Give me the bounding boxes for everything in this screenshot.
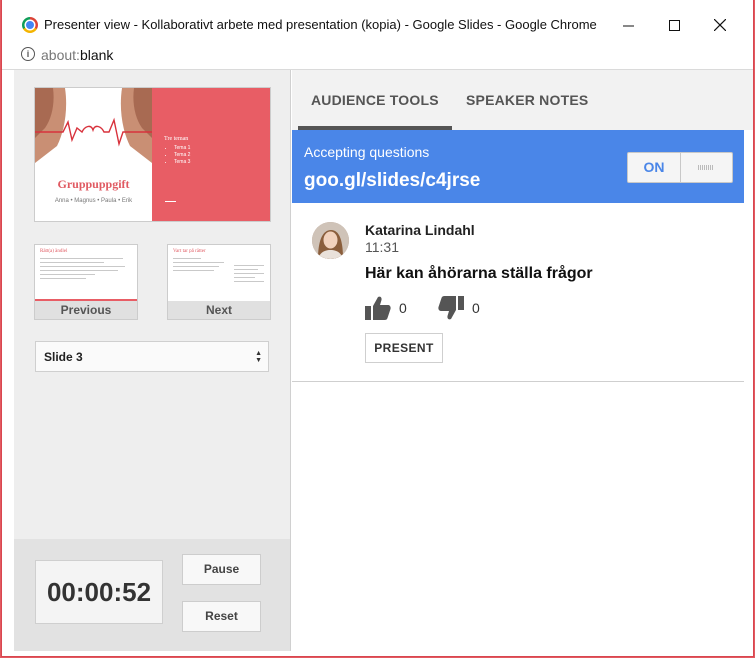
- avatar: [312, 222, 349, 259]
- previous-label: Previous: [35, 301, 137, 319]
- slide-left-panel: Gruppuppgift Anna • Magnus • Paula • Eri…: [35, 88, 152, 221]
- next-slide-button[interactable]: Vart tar på rätter Next: [168, 245, 270, 319]
- slide-bullets: Tema 1 Tema 2 Tema 3: [174, 145, 190, 166]
- chrome-logo-icon: [22, 17, 38, 33]
- timer-display: 00:00:52: [35, 560, 163, 624]
- thumbs-down-icon: [438, 296, 464, 320]
- slide-bullet: Tema 2: [174, 152, 190, 158]
- question-author: Katarina Lindahl: [365, 222, 475, 238]
- next-label: Next: [168, 301, 270, 319]
- tab-audience-tools[interactable]: AUDIENCE TOOLS: [311, 92, 439, 108]
- minimize-icon: [622, 25, 634, 26]
- tab-speaker-notes[interactable]: SPEAKER NOTES: [466, 92, 588, 108]
- next-slide-title: Vart tar på rätter: [173, 249, 206, 254]
- slide-right-panel: Tre teman Tema 1 Tema 2 Tema 3: [152, 88, 270, 221]
- tab-bar: AUDIENCE TOOLS SPEAKER NOTES: [292, 70, 753, 130]
- maximize-icon: [668, 19, 680, 31]
- slide-divider: [165, 201, 176, 202]
- avatar-photo: [312, 222, 349, 259]
- slides-panel: Gruppuppgift Anna • Magnus • Paula • Eri…: [14, 70, 291, 651]
- toggle-on-label: ON: [628, 153, 681, 182]
- select-arrows-icon: ▲ ▼: [255, 350, 262, 364]
- downvote-count: 0: [472, 300, 480, 316]
- slide-select-value: Slide 3: [44, 350, 83, 364]
- next-slide-thumbnail: Vart tar på rätter: [168, 245, 270, 301]
- url-text[interactable]: about:blank: [41, 47, 113, 63]
- question-card: Katarina Lindahl 11:31 Här kan åhörarna …: [292, 203, 744, 382]
- hands-heart-image: [35, 88, 152, 163]
- previous-slide-thumbnail: Rätt(a) ändlel: [35, 245, 137, 301]
- url-rest: blank: [79, 47, 114, 63]
- qa-banner: Accepting questions goo.gl/slides/c4jrse…: [292, 130, 744, 203]
- timer-area: 00:00:52 Pause Reset: [14, 539, 290, 651]
- slide-bullet: Tema 1: [174, 145, 190, 151]
- window-title: Presenter view - Kollaborativt arbete me…: [44, 17, 597, 32]
- pause-button[interactable]: Pause: [182, 554, 261, 585]
- upvote-count: 0: [399, 300, 407, 316]
- minimize-button[interactable]: [605, 10, 651, 40]
- current-slide-thumbnail: Gruppuppgift Anna • Magnus • Paula • Eri…: [35, 88, 270, 221]
- previous-slide-button[interactable]: Rätt(a) ändlel Previous: [35, 245, 137, 319]
- toggle-grip-icon: [698, 165, 714, 170]
- previous-slide-text-lines: [40, 258, 132, 282]
- present-button[interactable]: PRESENT: [365, 333, 443, 363]
- reset-button[interactable]: Reset: [182, 601, 261, 632]
- slide-bullet: Tema 3: [174, 159, 190, 165]
- qa-toggle[interactable]: ON: [627, 152, 733, 183]
- qa-url[interactable]: goo.gl/slides/c4jrse: [304, 170, 480, 192]
- close-button[interactable]: [697, 10, 743, 40]
- thumbs-up-icon: [365, 296, 391, 320]
- audience-panel: AUDIENCE TOOLS SPEAKER NOTES Accepting q…: [292, 70, 753, 651]
- upvote-button[interactable]: 0: [365, 296, 407, 320]
- slide-select[interactable]: Slide 3 ▲ ▼: [35, 341, 269, 372]
- question-text: Här kan åhörarna ställa frågor: [365, 265, 593, 282]
- slide-subtitle: Anna • Magnus • Paula • Erik: [54, 198, 133, 204]
- maximize-button[interactable]: [651, 10, 697, 40]
- qa-status: Accepting questions: [304, 144, 430, 160]
- browser-window: Presenter view - Kollaborativt arbete me…: [1, 0, 754, 657]
- slide-right-heading: Tre teman: [164, 136, 189, 142]
- next-slide-side-lines: [234, 265, 264, 285]
- previous-slide-title: Rätt(a) ändlel: [40, 249, 68, 254]
- url-scheme: about:: [41, 47, 80, 63]
- question-time: 11:31: [365, 239, 399, 255]
- slide-title: Gruppuppgift: [57, 177, 130, 191]
- address-bar[interactable]: i about:blank: [2, 40, 753, 70]
- info-icon[interactable]: i: [21, 47, 35, 61]
- close-icon: [714, 19, 726, 31]
- downvote-button[interactable]: 0: [438, 296, 480, 320]
